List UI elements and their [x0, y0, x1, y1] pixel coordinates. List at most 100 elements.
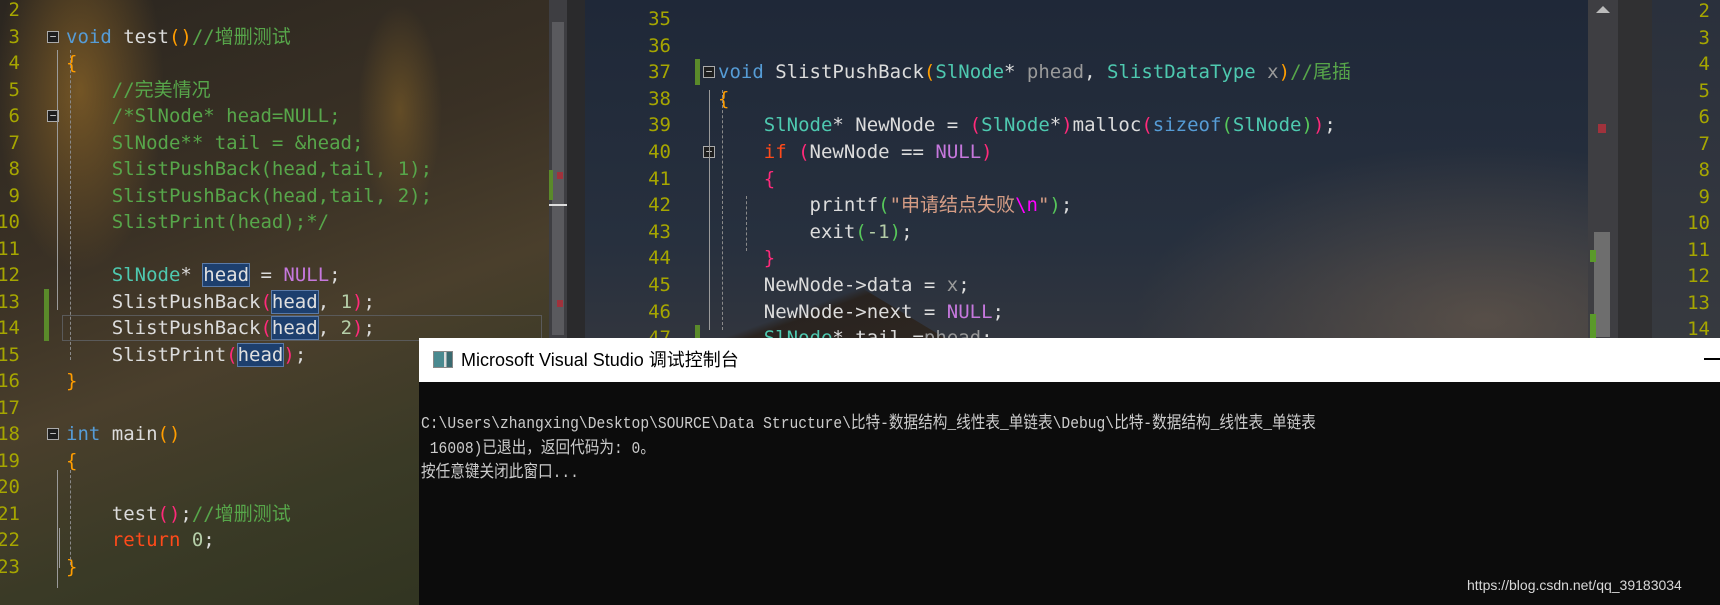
- line-number: 19: [0, 449, 20, 472]
- code-token: ;: [901, 220, 913, 243]
- code-token: (: [855, 220, 867, 243]
- code-line[interactable]: printf("申请结点失败\n");: [718, 192, 1073, 218]
- code-token: SlNode: [111, 264, 181, 286]
- code-line[interactable]: {: [66, 50, 77, 76]
- change-marker: [44, 315, 49, 341]
- code-token: SlNode** tail = &head;: [66, 131, 364, 154]
- code-token: *: [180, 264, 204, 286]
- line-number: 3: [1698, 26, 1710, 49]
- code-line[interactable]: {: [66, 448, 77, 474]
- code-token: void: [718, 61, 764, 84]
- code-token: ;: [329, 264, 341, 286]
- line-number: 3: [8, 25, 20, 48]
- code-token: (): [157, 502, 181, 525]
- line-number: 41: [648, 167, 671, 190]
- code-token: (: [260, 317, 272, 339]
- code-line[interactable]: SlistPushBack(head, 2);: [66, 315, 375, 341]
- fold-toggle-icon[interactable]: −: [703, 66, 715, 79]
- code-line[interactable]: /*SlNode* head=NULL;: [66, 103, 341, 129]
- code-token: =: [249, 264, 284, 286]
- fold-toggle-icon[interactable]: −: [47, 428, 59, 440]
- debug-console-window[interactable]: Microsoft Visual Studio 调试控制台 C:\Users\z…: [419, 338, 1720, 605]
- code-line[interactable]: SlNode* head = NULL;: [66, 262, 341, 288]
- code-line[interactable]: void SlistPushBack(SlNode* phead, SlistD…: [718, 59, 1351, 85]
- scrollbar-thumb[interactable]: [1594, 232, 1610, 337]
- code-line[interactable]: SlistPushBack(head,tail, 2);: [66, 183, 432, 209]
- code-token: ): [889, 220, 902, 243]
- code-token: ": [1037, 194, 1050, 217]
- minimize-button[interactable]: [1704, 358, 1720, 360]
- code-token: ;: [992, 300, 1004, 323]
- scrollbar-position-marker: [549, 204, 567, 206]
- code-token: ): [981, 141, 993, 163]
- code-token: (: [260, 290, 272, 313]
- indent-guide: [70, 50, 71, 360]
- line-number: 2: [1698, 0, 1710, 22]
- scrollbar-error-marker: [557, 172, 563, 179]
- code-token: malloc: [1072, 114, 1142, 137]
- code-token: printf: [718, 194, 879, 217]
- code-token: SlNode: [981, 114, 1050, 137]
- code-token: phead: [1015, 61, 1085, 84]
- scrollbar-error-marker: [1598, 124, 1606, 133]
- code-line[interactable]: SlistPrint(head);: [66, 342, 306, 368]
- code-token: (: [1221, 114, 1233, 137]
- code-token: x: [1255, 61, 1279, 84]
- code-token: 2: [340, 317, 353, 339]
- code-token: (: [798, 141, 810, 163]
- line-number: 13: [0, 290, 20, 313]
- code-line[interactable]: SlistPrint(head);*/: [66, 209, 329, 235]
- line-number: 2: [8, 0, 20, 21]
- code-line[interactable]: }: [66, 554, 77, 580]
- code-line[interactable]: SlistPushBack(head,tail, 1);: [66, 156, 432, 182]
- code-line[interactable]: {: [718, 86, 729, 112]
- code-line[interactable]: int main(): [66, 421, 180, 447]
- code-token: }: [66, 370, 78, 392]
- line-number: 21: [0, 502, 20, 525]
- code-token: SlistDataType: [1095, 61, 1256, 84]
- code-token: SlNode: [935, 61, 1005, 84]
- code-token: ;: [363, 317, 375, 339]
- code-token: ): [352, 290, 364, 313]
- code-token: test: [111, 25, 169, 48]
- code-token: NewNode ==: [809, 141, 936, 163]
- code-token: int: [66, 423, 101, 445]
- code-token: \n: [1015, 194, 1038, 217]
- code-line[interactable]: exit(-1);: [718, 219, 913, 245]
- code-token: ;: [180, 502, 192, 525]
- code-token: (): [157, 423, 181, 445]
- code-line[interactable]: {: [718, 166, 775, 192]
- code-line[interactable]: if (NewNode == NULL): [718, 139, 993, 165]
- console-output-line: 按任意键关闭此窗口...: [421, 464, 579, 483]
- code-token: NewNode->next =: [718, 300, 947, 323]
- console-title-bar[interactable]: Microsoft Visual Studio 调试控制台: [419, 338, 1720, 382]
- code-line[interactable]: }: [66, 368, 77, 394]
- code-line[interactable]: void test()//增删测试: [66, 24, 291, 50]
- code-token: ): [1278, 61, 1291, 84]
- code-token: 0: [180, 529, 204, 551]
- line-number: 11: [0, 237, 20, 260]
- line-number: 37: [648, 61, 671, 84]
- code-line[interactable]: NewNode->next = NULL;: [718, 299, 1004, 325]
- line-number: 10: [0, 211, 20, 233]
- watermark: https://blog.csdn.net/qq_39183034: [1467, 577, 1682, 593]
- scrollbar-change-marker: [1590, 314, 1596, 338]
- code-line[interactable]: SlistPushBack(head, 1);: [66, 289, 375, 315]
- line-number: 46: [648, 300, 671, 323]
- code-line[interactable]: //完美情况: [66, 77, 211, 103]
- line-number: 43: [648, 220, 671, 243]
- code-token: NewNode->data =: [718, 274, 947, 296]
- code-line[interactable]: test();//增删测试: [66, 501, 291, 527]
- code-line[interactable]: return 0;: [66, 527, 215, 553]
- code-line[interactable]: SlNode** tail = &head;: [66, 130, 364, 156]
- code-line[interactable]: NewNode->data = x;: [718, 272, 970, 298]
- line-number: 4: [8, 52, 20, 74]
- fold-toggle-icon[interactable]: −: [47, 30, 59, 43]
- scroll-up-arrow-icon[interactable]: [1596, 6, 1610, 13]
- line-number: 22: [0, 529, 20, 551]
- code-line[interactable]: SlNode* NewNode = (SlNode*)malloc(sizeof…: [718, 112, 1336, 138]
- code-token: ;: [294, 343, 307, 366]
- code-token: ,: [1084, 61, 1096, 84]
- line-number: 38: [648, 87, 671, 110]
